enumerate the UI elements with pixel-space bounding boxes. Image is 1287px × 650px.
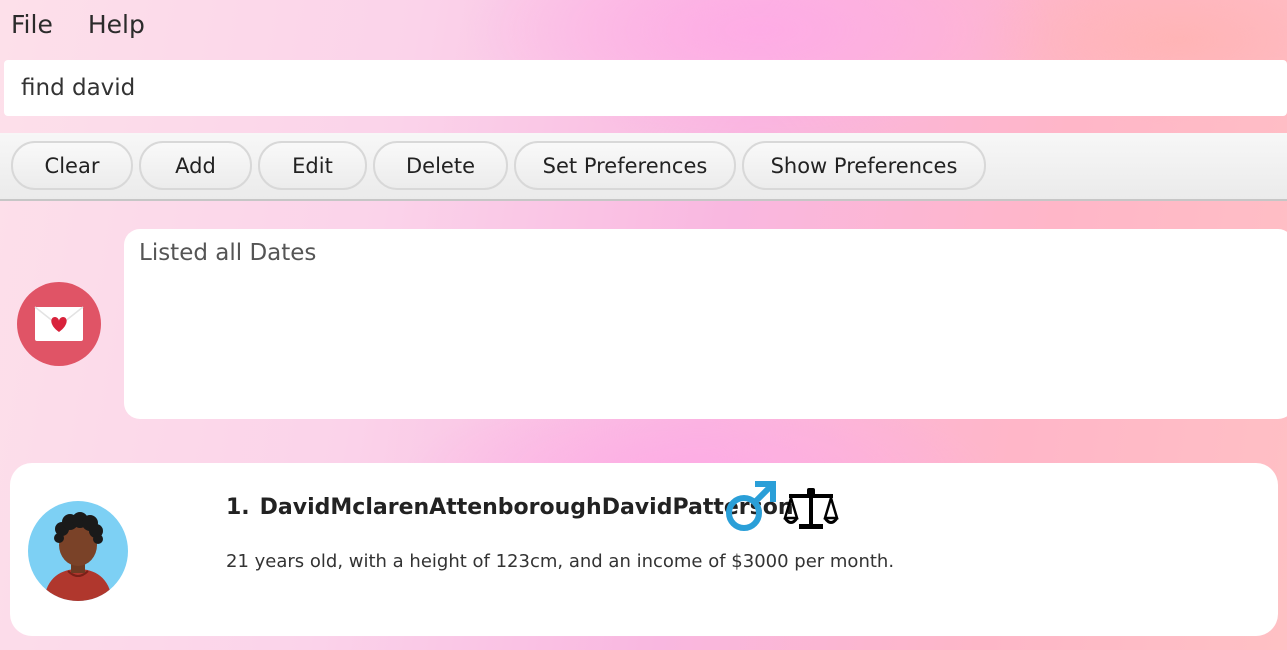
- person-index: 1.: [226, 495, 250, 520]
- set-preferences-button[interactable]: Set Preferences: [514, 141, 736, 190]
- person-name: 1. DavidMclarenAttenboroughDavidPatterson: [226, 495, 794, 520]
- menu-help[interactable]: Help: [88, 10, 145, 39]
- person-description: 21 years old, with a height of 123cm, an…: [226, 551, 895, 572]
- person-card[interactable]: 1. DavidMclarenAttenboroughDavidPatterson…: [10, 463, 1278, 636]
- menu-file[interactable]: File: [11, 10, 53, 39]
- clear-button[interactable]: Clear: [11, 141, 133, 190]
- show-preferences-button[interactable]: Show Preferences: [742, 141, 986, 190]
- avatar: [28, 501, 128, 601]
- edit-button[interactable]: Edit: [258, 141, 367, 190]
- result-display: Listed all Dates: [124, 229, 1287, 419]
- libra-icon: [783, 485, 839, 531]
- toolbar: Clear Add Edit Delete Set Preferences Sh…: [0, 133, 1287, 201]
- person-name-text: DavidMclarenAttenboroughDavidPatterson: [259, 495, 794, 520]
- add-button[interactable]: Add: [139, 141, 252, 190]
- love-letter-icon: [17, 282, 101, 366]
- male-symbol-icon: [722, 479, 778, 535]
- menu-bar: File Help: [0, 0, 169, 48]
- command-input[interactable]: find david: [4, 60, 1287, 116]
- delete-button[interactable]: Delete: [373, 141, 508, 190]
